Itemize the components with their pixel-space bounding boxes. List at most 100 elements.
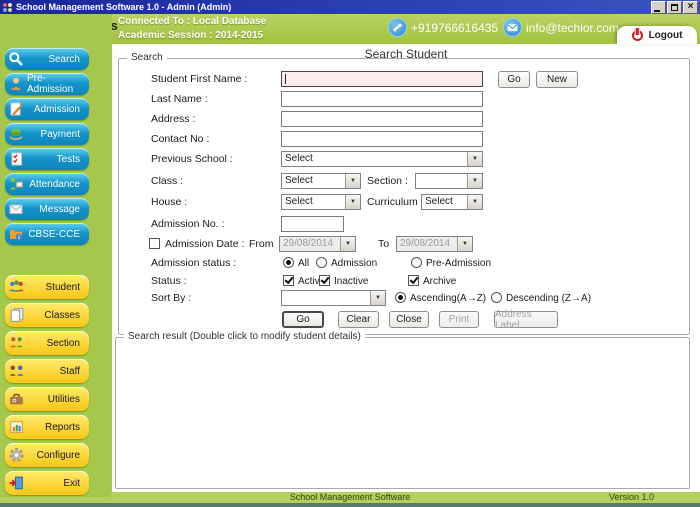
address-input[interactable] (281, 111, 483, 127)
status-version: Version 1.0 (609, 492, 654, 503)
sidebar-item-label: Attendance (29, 179, 80, 190)
sort-by-select[interactable] (281, 290, 386, 306)
sidebar-item-label: Payment (41, 129, 80, 140)
chevron-down-icon (340, 237, 355, 251)
email-address: info@techior.com (526, 21, 619, 35)
sidebar-item-student[interactable]: Student (5, 275, 89, 299)
contact-no-input[interactable] (281, 131, 483, 147)
class-select[interactable]: Select (281, 173, 361, 189)
radio-descending[interactable] (491, 292, 502, 303)
connection-info: Connected To : Local Database Academic S… (118, 15, 266, 43)
section-select[interactable] (415, 173, 483, 189)
new-button[interactable]: New (536, 71, 578, 88)
close-button[interactable] (683, 1, 698, 14)
checkbox-inactive[interactable] (319, 275, 330, 286)
search-groupbox: Search Student First Name : Go New Last … (118, 58, 690, 335)
sidebar-top-group: Search Pre-Admission Admission Payment T… (5, 48, 89, 245)
radio-ascending[interactable] (395, 292, 406, 303)
admission-date-checkbox[interactable] (149, 238, 160, 249)
radio-descending-label: Descending (Z→A) (506, 293, 591, 304)
sidebar-item-message[interactable]: Message (5, 198, 89, 220)
sidebar-item-label: Classes (44, 310, 80, 321)
previous-school-select[interactable]: Select (281, 151, 483, 167)
sidebar-bottom-group: Student Classes Section Staff Utilities … (5, 275, 89, 495)
class-label: Class : (151, 175, 183, 187)
curriculum-select[interactable]: Select (421, 194, 483, 210)
sidebar-item-label: Configure (37, 450, 80, 461)
house-select[interactable]: Select (281, 194, 361, 210)
previous-school-value: Select (282, 152, 467, 166)
close-form-button[interactable]: Close (389, 311, 429, 328)
sidebar-item-staff[interactable]: Staff (5, 359, 89, 383)
admission-no-label: Admission No. : (151, 218, 225, 230)
chevron-down-icon[interactable] (345, 195, 360, 209)
students-icon (8, 279, 25, 296)
sort-by-label: Sort By : (151, 292, 191, 304)
to-date-value: 29/08/2014 (397, 237, 457, 251)
phone-icon (388, 18, 407, 37)
sidebar-item-label: Reports (45, 422, 80, 433)
staff-icon (8, 363, 25, 380)
sidebar-item-section[interactable]: Section (5, 331, 89, 355)
email-contact: info@techior.com (503, 18, 619, 37)
first-name-input[interactable] (281, 71, 483, 87)
chevron-down-icon[interactable] (467, 174, 482, 188)
restore-button[interactable] (667, 1, 682, 14)
connected-to: Connected To : Local Database (118, 15, 266, 29)
radio-admission[interactable] (316, 257, 327, 268)
main-content: Search Student Search Student First Name… (112, 44, 700, 492)
sidebar-item-search[interactable]: Search (5, 48, 89, 70)
radio-all[interactable] (283, 257, 294, 268)
chart-icon (8, 419, 25, 436)
search-icon (8, 51, 24, 67)
chevron-down-icon[interactable] (467, 152, 482, 166)
sidebar-item-label: CBSE-CCE (28, 229, 80, 240)
sidebar-item-label: Message (39, 204, 80, 215)
sidebar-item-payment[interactable]: Payment (5, 123, 89, 145)
minimize-button[interactable] (651, 1, 666, 14)
window-controls (651, 1, 698, 14)
sidebar-item-admission[interactable]: Admission (5, 98, 89, 120)
chevron-down-icon[interactable] (370, 291, 385, 305)
last-name-label: Last Name : (151, 93, 208, 105)
app-window: School Management Software 1.0 - Admin (… (0, 0, 700, 507)
admission-no-input[interactable] (281, 216, 344, 232)
sidebar-item-exit[interactable]: Exit (5, 471, 89, 495)
checkbox-archive[interactable] (408, 275, 419, 286)
sidebar-item-classes[interactable]: Classes (5, 303, 89, 327)
checkbox-active[interactable] (283, 275, 294, 286)
folder-info-icon (8, 226, 24, 242)
sidebar-item-reports[interactable]: Reports (5, 415, 89, 439)
chevron-down-icon (457, 237, 472, 251)
sidebar-item-label: Exit (63, 478, 80, 489)
sidebar-item-label: Section (47, 338, 80, 349)
previous-school-label: Previous School : (151, 153, 233, 165)
sidebar-item-configure[interactable]: Configure (5, 443, 89, 467)
document-pencil-icon (8, 101, 24, 117)
sidebar-item-attendance[interactable]: Attendance (5, 173, 89, 195)
to-date-select: 29/08/2014 (396, 236, 473, 252)
address-label: Address : (151, 113, 195, 125)
address-label-button: Address Label (494, 311, 558, 328)
last-name-input[interactable] (281, 91, 483, 107)
go-button[interactable]: Go (282, 311, 324, 328)
sidebar-item-utilities[interactable]: Utilities (5, 387, 89, 411)
search-result-groupbox[interactable]: Search result (Double click to modify st… (115, 337, 690, 489)
phone-contact: +919766616435 (388, 18, 498, 37)
sidebar-item-tests[interactable]: Tests (5, 148, 89, 170)
sidebar-item-label: Utilities (48, 394, 80, 405)
sidebar-item-cbse-cce[interactable]: CBSE-CCE (5, 223, 89, 245)
sidebar-item-pre-admission[interactable]: Pre-Admission (5, 73, 89, 95)
section-people-icon (8, 335, 25, 352)
contact-no-label: Contact No : (151, 133, 209, 145)
clear-button[interactable]: Clear (338, 311, 379, 328)
chevron-down-icon[interactable] (345, 174, 360, 188)
radio-pre-admission[interactable] (411, 257, 422, 268)
title-bar: School Management Software 1.0 - Admin (… (0, 0, 700, 14)
window-title: School Management Software 1.0 - Admin (… (16, 2, 231, 12)
go-top-button[interactable]: Go (498, 71, 530, 88)
section-label: Section : (367, 175, 408, 187)
radio-admission-label: Admission (331, 258, 377, 269)
logout-button[interactable]: Logout (617, 26, 697, 44)
chevron-down-icon[interactable] (467, 195, 482, 209)
